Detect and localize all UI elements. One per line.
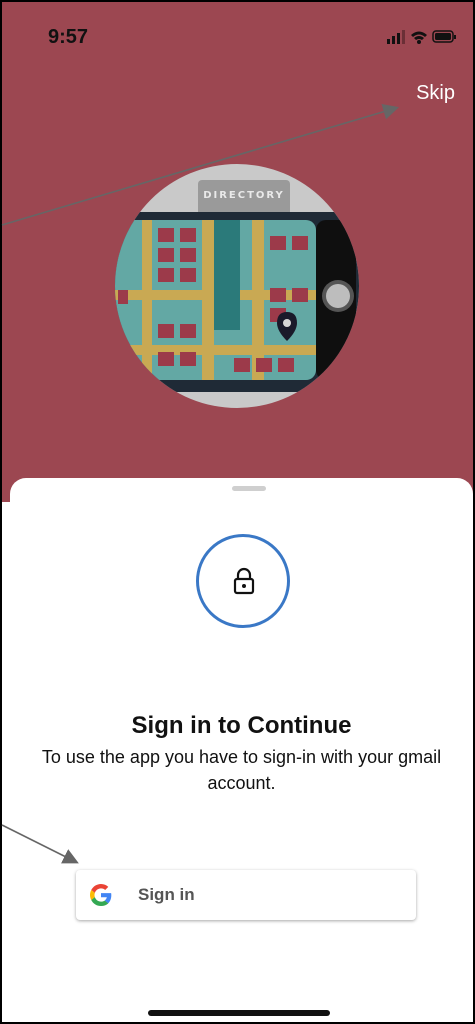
google-sign-in-button[interactable]: Sign in	[76, 870, 416, 920]
skip-button[interactable]: Skip	[416, 82, 455, 105]
phone-screen: 9:57 Skip DIRECTORY Sign in to Continue …	[0, 0, 475, 1024]
directory-sign: DIRECTORY	[198, 180, 290, 216]
hero-area: 9:57 Skip DIRECTORY	[2, 2, 473, 502]
battery-icon	[432, 30, 456, 43]
phone-map-illustration: DIRECTORY	[115, 164, 359, 408]
sign-in-sheet: Sign in to Continue To use the app you h…	[10, 478, 473, 1022]
sheet-subtitle: To use the app you have to sign-in with …	[41, 747, 442, 793]
sheet-title: Sign in to Continue	[131, 712, 352, 739]
signal-icon	[387, 30, 405, 44]
status-icons	[387, 30, 456, 44]
status-bar: 9:57	[2, 2, 473, 62]
lock-icon	[233, 567, 255, 595]
status-time: 9:57	[48, 26, 89, 48]
lock-badge	[196, 534, 290, 628]
sign-in-label: Sign in	[138, 885, 195, 904]
wifi-icon	[411, 31, 427, 44]
svg-text:DIRECTORY: DIRECTORY	[203, 190, 285, 201]
google-logo-icon	[90, 884, 112, 906]
sheet-drag-handle[interactable]	[232, 486, 266, 491]
home-indicator	[148, 1010, 330, 1016]
